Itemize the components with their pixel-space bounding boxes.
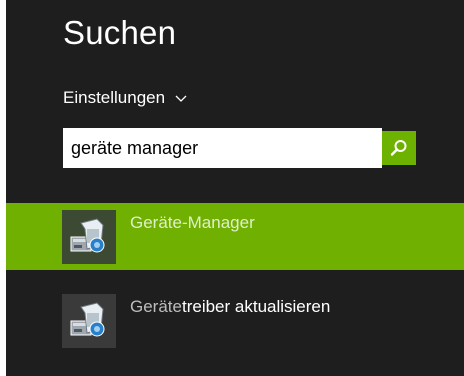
device-manager-icon bbox=[70, 217, 105, 252]
scope-label: Einstellungen bbox=[63, 88, 166, 107]
result-thumbnail bbox=[62, 209, 116, 264]
chevron-down-icon bbox=[175, 95, 187, 102]
result-label-match: Geräte bbox=[130, 297, 182, 316]
result-item-update-drivers[interactable]: Gerätetreiber aktualisieren bbox=[6, 287, 464, 354]
search-button[interactable] bbox=[382, 131, 416, 165]
pane-title: Suchen bbox=[63, 14, 177, 51]
search-icon bbox=[390, 140, 407, 156]
result-label-rest: treiber aktualisieren bbox=[181, 297, 331, 316]
search-input[interactable] bbox=[63, 128, 382, 168]
result-item-device-manager[interactable]: Geräte-Manager bbox=[6, 203, 464, 270]
search-box bbox=[63, 128, 419, 168]
search-pane: Suchen Einstellungen Ge bbox=[6, 0, 464, 376]
result-thumbnail bbox=[62, 293, 116, 348]
result-label: Geräte-Manager bbox=[130, 213, 255, 232]
result-label: Gerätetreiber aktualisieren bbox=[130, 297, 330, 317]
device-manager-icon bbox=[70, 301, 105, 336]
scope-dropdown[interactable]: Einstellungen bbox=[63, 88, 187, 108]
